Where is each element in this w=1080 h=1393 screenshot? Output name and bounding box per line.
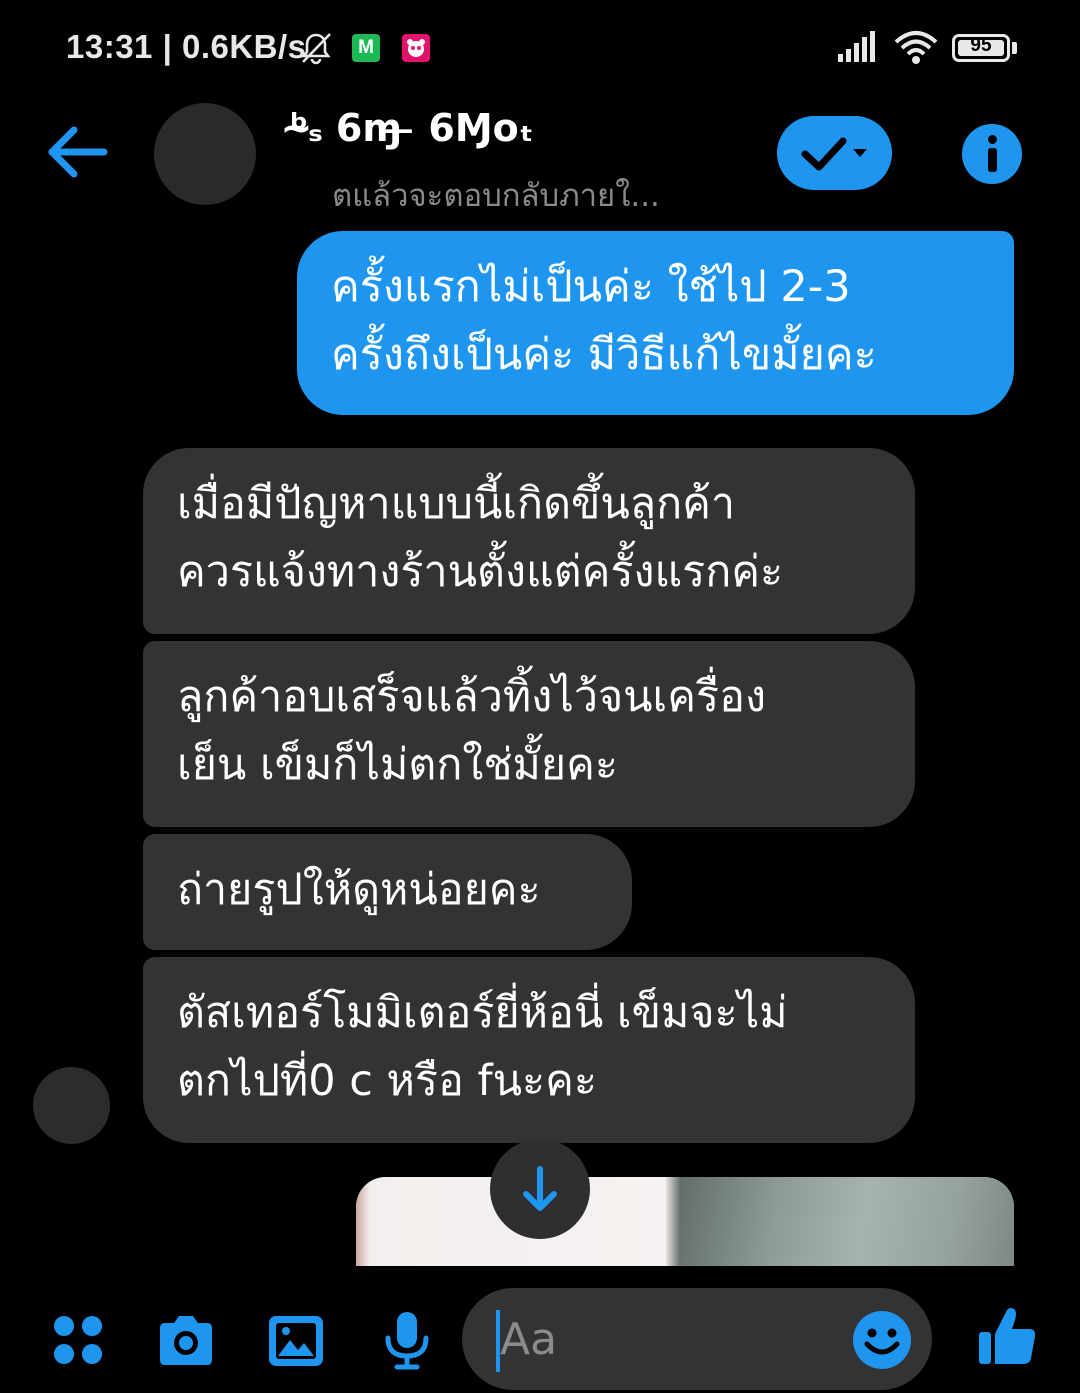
battery-icon: 95 — [952, 34, 1010, 62]
message-bubble-incoming[interactable]: เมื่อมีปัญหาแบบนี้เกิดขึ้นลูกค้า ควรแจ้ง… — [143, 448, 915, 634]
message-text: เมื่อมีปัญหาแบบนี้เกิดขึ้นลูกค้า ควรแจ้ง… — [177, 479, 784, 597]
message-thread[interactable]: ครั้งแรกไม่เป็นค่ะ ใช้ไป 2-3 ครั้งถึงเป็… — [0, 221, 1080, 1266]
sender-avatar[interactable] — [33, 1067, 110, 1144]
conversation-header: ᵇ̴ₛ 6ɱ ̶ 6Ɱoₜ ตแล้วจะตอบกลับภายใ... — [0, 96, 1080, 221]
message-bubble-outgoing[interactable]: ครั้งแรกไม่เป็นค่ะ ใช้ไป 2-3 ครั้งถึงเป็… — [297, 231, 1014, 415]
message-bubble-incoming[interactable]: ลูกค้าอบเสร็จแล้วทิ้งไว้จนเครื่อง เย็น เ… — [143, 641, 915, 827]
app-notification-icon: M — [352, 34, 380, 62]
emoji-icon[interactable] — [852, 1310, 912, 1370]
apps-icon[interactable] — [48, 1310, 108, 1370]
message-input-container[interactable] — [462, 1288, 932, 1390]
contact-avatar[interactable] — [154, 103, 256, 205]
info-icon[interactable] — [962, 124, 1022, 184]
back-arrow-icon[interactable] — [44, 124, 110, 180]
scroll-to-bottom-button[interactable] — [490, 1139, 590, 1239]
message-text: ครั้งแรกไม่เป็นค่ะ ใช้ไป 2-3 ครั้งถึงเป็… — [331, 262, 877, 380]
status-time: 13:31 | 0.6KB/s — [66, 28, 307, 65]
message-text: ตัสเทอร์โมมิเตอร์ยี่ห้อนี่ เข็มจะไม่ ตกไ… — [177, 988, 788, 1106]
message-input[interactable] — [500, 1306, 840, 1372]
message-text: ลูกค้าอบเสร็จแล้วทิ้งไว้จนเครื่อง เย็น เ… — [177, 672, 766, 790]
battery-level: 95 — [970, 35, 992, 56]
contact-subtitle: ตแล้วจะตอบกลับภายใ... — [332, 178, 660, 214]
mark-done-button[interactable] — [777, 116, 892, 190]
food-app-notification-icon — [402, 34, 430, 62]
message-bubble-incoming[interactable]: ถ่ายรูปให้ดูหน่อยคะ — [143, 834, 632, 950]
status-bar: 13:31 | 0.6KB/s M 95 — [0, 0, 1080, 96]
photo-message[interactable] — [356, 1177, 1014, 1266]
message-bubble-incoming[interactable]: ตัสเทอร์โมมิเตอร์ยี่ห้อนี่ เข็มจะไม่ ตกไ… — [143, 957, 915, 1143]
gallery-icon[interactable] — [266, 1310, 326, 1370]
check-dropdown-icon — [801, 137, 867, 171]
wifi-icon — [894, 31, 938, 64]
cellular-signal-icon — [838, 31, 875, 62]
like-icon[interactable] — [975, 1304, 1039, 1368]
message-composer — [0, 1266, 1080, 1393]
camera-icon[interactable] — [156, 1310, 216, 1370]
contact-name[interactable]: ᵇ̴ₛ 6ɱ ̶ 6Ɱoₜ — [290, 106, 534, 150]
arrow-down-icon — [523, 1166, 557, 1211]
microphone-icon[interactable] — [377, 1310, 437, 1370]
message-text: ถ่ายรูปให้ดูหน่อยคะ — [177, 865, 541, 915]
bell-muted-icon — [301, 33, 331, 65]
